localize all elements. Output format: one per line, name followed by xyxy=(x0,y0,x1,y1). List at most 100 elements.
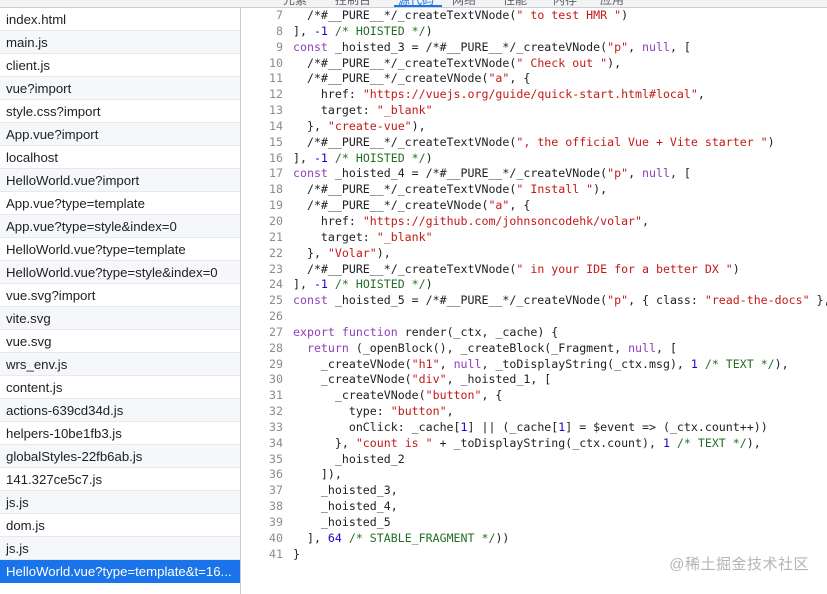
code-line: 38 _hoisted_4, xyxy=(241,499,827,515)
code-text: }, "count is " + _toDisplayString(_ctx.c… xyxy=(293,436,761,452)
code-token: ), xyxy=(607,55,622,70)
file-item[interactable]: App.vue?type=template xyxy=(0,192,240,215)
code-line: 31 _createVNode("button", { xyxy=(241,388,827,404)
tab-0[interactable]: 元素 xyxy=(283,0,307,7)
tab-3[interactable]: 网络 xyxy=(452,0,476,7)
file-item[interactable]: vite.svg xyxy=(0,307,240,330)
code-token: 64 xyxy=(327,530,342,545)
code-token: _hoisted_4, xyxy=(293,499,398,514)
line-number: 16 xyxy=(269,150,283,165)
file-item[interactable]: 141.327ce5c7.js xyxy=(0,468,240,491)
code-token: const xyxy=(293,293,328,308)
line-number: 33 xyxy=(269,419,283,434)
code-token: const xyxy=(293,39,328,54)
code-text: }, "Volar"), xyxy=(293,246,391,262)
code-token: , _hoisted_1, [ xyxy=(446,372,552,387)
file-item[interactable]: vue.svg xyxy=(0,330,240,353)
tab-6[interactable]: 应用 xyxy=(600,0,624,7)
line-number: 15 xyxy=(269,134,283,149)
line-number: 35 xyxy=(269,451,283,466)
file-item[interactable]: style.css?import xyxy=(0,100,240,123)
code-token: , xyxy=(446,404,454,419)
devtools-tab-bar: 元素 控制台 源代码 网络 性能 内存 应用 xyxy=(0,0,827,8)
file-item[interactable]: App.vue?type=style&index=0 xyxy=(0,215,240,238)
code-token: _hoisted_4 = /*#__PURE__*/_createVNode( xyxy=(327,166,608,181)
code-text: const _hoisted_4 = /*#__PURE__*/_createV… xyxy=(293,166,691,182)
code-token: , { xyxy=(481,388,503,403)
code-token: , [ xyxy=(655,340,677,355)
file-item[interactable]: HelloWorld.vue?type=style&index=0 xyxy=(0,261,240,284)
file-item[interactable]: js.js xyxy=(0,491,240,514)
code-text: type: "button", xyxy=(293,404,454,420)
file-item[interactable]: helpers-10be1fb3.js xyxy=(0,422,240,445)
file-item[interactable]: dom.js xyxy=(0,514,240,537)
code-token: ) xyxy=(732,261,740,276)
line-number: 22 xyxy=(269,245,283,260)
code-line: 32 type: "button", xyxy=(241,404,827,420)
code-token: -1 xyxy=(313,150,328,165)
code-text: } xyxy=(293,547,300,563)
code-text: /*#__PURE__*/_createTextVNode(" to test … xyxy=(293,8,628,24)
file-item[interactable]: HelloWorld.vue?type=template xyxy=(0,238,240,261)
line-number: 17 xyxy=(269,166,283,181)
file-item[interactable]: main.js xyxy=(0,31,240,54)
code-token: "a" xyxy=(488,71,510,86)
file-item[interactable]: index.html xyxy=(0,8,240,31)
code-token: export xyxy=(293,324,335,339)
code-text: href: "https://github.com/johnsoncodehk/… xyxy=(293,214,649,230)
tab-5[interactable]: 内存 xyxy=(553,0,577,7)
file-item[interactable]: localhost xyxy=(0,146,240,169)
code-text: /*#__PURE__*/_createTextVNode(" Install … xyxy=(293,182,607,198)
file-item[interactable]: globalStyles-22fb6ab.js xyxy=(0,445,240,468)
file-item[interactable]: HelloWorld.vue?import xyxy=(0,169,240,192)
code-token: ], xyxy=(293,23,314,38)
code-line: 29 _createVNode("h1", null, _toDisplaySt… xyxy=(241,357,827,373)
code-line: 24], -1 /* HOISTED */) xyxy=(241,277,827,293)
file-item[interactable]: wrs_env.js xyxy=(0,353,240,376)
line-number: 18 xyxy=(269,182,283,197)
line-number: 34 xyxy=(269,435,283,450)
code-text: _hoisted_2 xyxy=(293,452,405,468)
code-token: /* TEXT */ xyxy=(669,435,747,450)
code-token: /*#__PURE__*/_createVNode( xyxy=(293,71,489,86)
code-token: ), xyxy=(593,182,608,197)
tab-4[interactable]: 性能 xyxy=(503,0,527,7)
code-token: }, xyxy=(293,245,328,260)
code-line: 21 target: "_blank" xyxy=(241,230,827,246)
code-text: target: "_blank" xyxy=(293,103,433,119)
line-number: 12 xyxy=(269,87,283,102)
code-token: 1 xyxy=(662,435,670,450)
code-token: "p" xyxy=(607,166,629,181)
file-item[interactable]: HelloWorld.vue?type=template&t=16... xyxy=(0,560,240,583)
code-token: " Check out " xyxy=(516,55,608,70)
code-text: const _hoisted_5 = /*#__PURE__*/_createV… xyxy=(293,293,827,309)
code-token: target: xyxy=(293,103,377,118)
tab-1[interactable]: 控制台 xyxy=(335,0,371,7)
code-token: , _toDisplayString(_ctx.msg), xyxy=(481,356,691,371)
code-token: const xyxy=(293,166,328,181)
code-text: }, "create-vue"), xyxy=(293,119,426,135)
code-token: _hoisted_3 = /*#__PURE__*/_createVNode( xyxy=(327,39,608,54)
file-item[interactable]: content.js xyxy=(0,376,240,399)
code-text: /*#__PURE__*/_createTextVNode(" Check ou… xyxy=(293,56,621,72)
file-item[interactable]: vue.svg?import xyxy=(0,284,240,307)
code-editor[interactable]: 7 /*#__PURE__*/_createTextVNode(" to tes… xyxy=(241,8,827,594)
code-token: /*#__PURE__*/_createTextVNode( xyxy=(293,182,517,197)
file-item[interactable]: vue?import xyxy=(0,77,240,100)
file-item[interactable]: js.js xyxy=(0,537,240,560)
code-token: /* HOISTED */ xyxy=(327,150,426,165)
code-text: return (_openBlock(), _createBlock(_Frag… xyxy=(293,341,677,357)
file-item[interactable]: client.js xyxy=(0,54,240,77)
file-item[interactable]: App.vue?import xyxy=(0,123,240,146)
code-line: 9 const _hoisted_3 = /*#__PURE__*/_create… xyxy=(241,40,827,56)
code-token: /*#__PURE__*/_createTextVNode( xyxy=(293,134,517,149)
code-token: , xyxy=(439,356,454,371)
code-token: "p" xyxy=(607,39,629,54)
code-token: , [ xyxy=(669,39,691,54)
code-token: , xyxy=(628,166,643,181)
file-item[interactable]: actions-639cd34d.js xyxy=(0,399,240,422)
code-line: 28 return (_openBlock(), _createBlock(_F… xyxy=(241,341,827,357)
code-token: _hoisted_3, xyxy=(293,483,398,498)
